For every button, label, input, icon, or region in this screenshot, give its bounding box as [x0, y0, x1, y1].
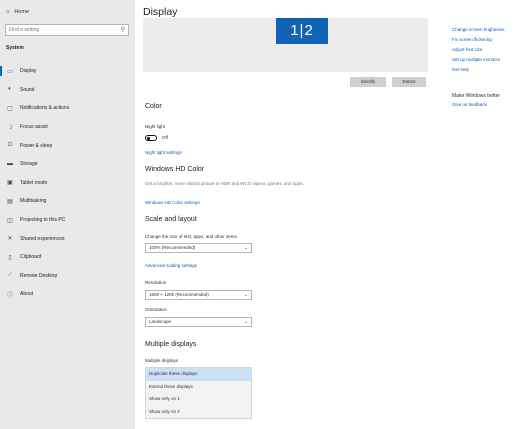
menu-item-show-only-2[interactable]: Show only on 2 — [146, 406, 251, 419]
sidebar-item-notifications[interactable]: ▢ Notifications & actions — [0, 99, 135, 118]
chevron-down-icon: ⌄ — [243, 292, 248, 298]
size-label: Change the size of text, apps, and other… — [145, 234, 237, 239]
right-link-multiple-monitors[interactable]: Set up multiple monitors — [452, 57, 500, 62]
right-link-flickering[interactable]: Fix screen flickering — [452, 37, 492, 42]
sidebar-item-label: Remote Desktop — [20, 272, 58, 279]
shared-icon: ✕ — [7, 236, 13, 243]
hd-color-heading: Windows HD Color — [145, 166, 205, 173]
home-link[interactable]: ⌂ Home — [6, 9, 29, 15]
remote-icon: ⟋ — [7, 272, 13, 279]
sidebar-item-label: About — [20, 291, 34, 298]
night-light-state: Off — [162, 135, 168, 140]
night-light-settings-link[interactable]: Night light settings — [145, 150, 182, 155]
detect-button[interactable]: Detect — [392, 77, 426, 87]
menu-item-duplicate[interactable]: Duplicate these displays — [146, 368, 251, 381]
sidebar-item-sound[interactable]: 🔈︎ Sound — [0, 81, 135, 100]
power-icon: ⏻ — [7, 142, 13, 149]
sidebar-item-label: Power & sleep — [20, 142, 53, 149]
menu-item-show-only-1[interactable]: Show only on 1 — [146, 393, 251, 406]
moon-icon: ☽ — [7, 124, 13, 131]
sidebar-item-multitasking[interactable]: ▤ Multitasking — [0, 192, 135, 211]
sidebar-item-projecting[interactable]: ◫ Projecting to this PC — [0, 211, 135, 230]
sidebar-item-focus-assist[interactable]: ☽ Focus assist — [0, 118, 135, 137]
multiple-displays-label: Multiple displays — [145, 358, 179, 363]
clipboard-icon: ▯ — [8, 254, 12, 261]
page-title: Display — [143, 6, 178, 18]
sidebar-item-display[interactable]: ▭ Display — [0, 62, 135, 81]
sidebar: ⌂ Home Find a setting ⚲ System ▭ Display… — [0, 0, 135, 429]
sidebar-item-remote-desktop[interactable]: ⟋ Remote Desktop — [0, 267, 135, 286]
multiple-displays-heading: Multiple displays — [145, 341, 197, 348]
sidebar-item-label: Tablet mode — [20, 179, 48, 186]
sidebar-item-shared-experiences[interactable]: ✕ Shared experiences — [0, 229, 135, 248]
monitor-icon: ▭ — [7, 68, 13, 75]
right-link-brightness[interactable]: Change screen brightness — [452, 27, 505, 32]
sidebar-item-label: Display — [20, 68, 37, 75]
info-icon: ⓘ — [6, 292, 13, 299]
scale-heading: Scale and layout — [145, 216, 197, 223]
speaker-icon: 🔈︎ — [8, 86, 12, 93]
night-light-toggle[interactable] — [145, 135, 157, 141]
section-label-system: System — [6, 45, 24, 51]
sidebar-item-about[interactable]: ⓘ About — [0, 285, 135, 304]
sidebar-item-label: Multitasking — [20, 198, 47, 205]
display-preview: 1|2 — [143, 18, 428, 72]
sidebar-item-label: Storage — [20, 161, 38, 168]
chevron-down-icon: ⌄ — [243, 319, 248, 325]
resolution-value: 1600 × 1200 (Recommended) — [149, 292, 209, 297]
hd-color-description: Get a brighter, more vibrant picture in … — [145, 181, 304, 186]
toggle-knob — [147, 137, 150, 140]
hd-color-settings-link[interactable]: Windows HD Color settings — [145, 200, 200, 205]
scale-dropdown[interactable]: 100% (Recommended) ⌄ — [145, 243, 252, 253]
right-link-get-help[interactable]: Get help — [452, 67, 469, 72]
sidebar-item-label: Shared experiences — [20, 235, 65, 242]
night-light-label: Night light — [145, 124, 166, 129]
orientation-label: Orientation — [145, 307, 168, 312]
sidebar-item-power[interactable]: ⏻ Power & sleep — [0, 136, 135, 155]
menu-item-extend[interactable]: Extend these displays — [146, 381, 251, 394]
chevron-down-icon: ⌄ — [243, 245, 248, 251]
tablet-icon: ▣ — [7, 180, 13, 187]
storage-icon: ▬ — [7, 161, 13, 168]
monitor-tile[interactable]: 1|2 — [276, 18, 328, 44]
multitasking-icon: ▤ — [7, 198, 13, 205]
right-link-font-size[interactable]: Adjust font size — [452, 47, 483, 52]
search-input[interactable]: Find a setting ⚲ — [5, 24, 129, 36]
sidebar-item-tablet-mode[interactable]: ▣ Tablet mode — [0, 174, 135, 193]
multiple-displays-menu: Duplicate these displays Extend these di… — [145, 367, 252, 419]
sidebar-item-label: Sound — [20, 86, 35, 93]
advanced-scaling-link[interactable]: Advanced scaling settings — [145, 263, 197, 268]
home-icon: ⌂ — [6, 9, 10, 15]
identify-button[interactable]: Identify — [350, 77, 386, 87]
orientation-dropdown[interactable]: Landscape ⌄ — [145, 317, 252, 327]
color-heading: Color — [145, 103, 162, 110]
orientation-value: Landscape — [149, 319, 172, 324]
make-windows-better-heading: Make Windows better — [452, 93, 501, 99]
scale-value: 100% (Recommended) — [149, 245, 196, 250]
resolution-dropdown[interactable]: 1600 × 1200 (Recommended) ⌄ — [145, 290, 252, 300]
home-label: Home — [14, 9, 29, 15]
give-feedback-link[interactable]: Give us feedback — [452, 102, 487, 107]
search-placeholder: Find a setting — [9, 27, 40, 33]
sidebar-item-label: Notifications & actions — [20, 105, 70, 112]
resolution-label: Resolution — [145, 280, 167, 285]
sidebar-item-label: Focus assist — [20, 124, 48, 131]
projector-icon: ◫ — [7, 217, 13, 224]
notification-icon: ▢ — [7, 105, 13, 112]
sidebar-item-clipboard[interactable]: ▯ Clipboard — [0, 248, 135, 267]
sidebar-nav: ▭ Display 🔈︎ Sound ▢ Notifications & act… — [0, 62, 135, 304]
sidebar-item-storage[interactable]: ▬ Storage — [0, 155, 135, 174]
sidebar-item-label: Clipboard — [20, 254, 42, 261]
sidebar-item-label: Projecting to this PC — [20, 217, 66, 224]
search-icon: ⚲ — [120, 27, 125, 33]
